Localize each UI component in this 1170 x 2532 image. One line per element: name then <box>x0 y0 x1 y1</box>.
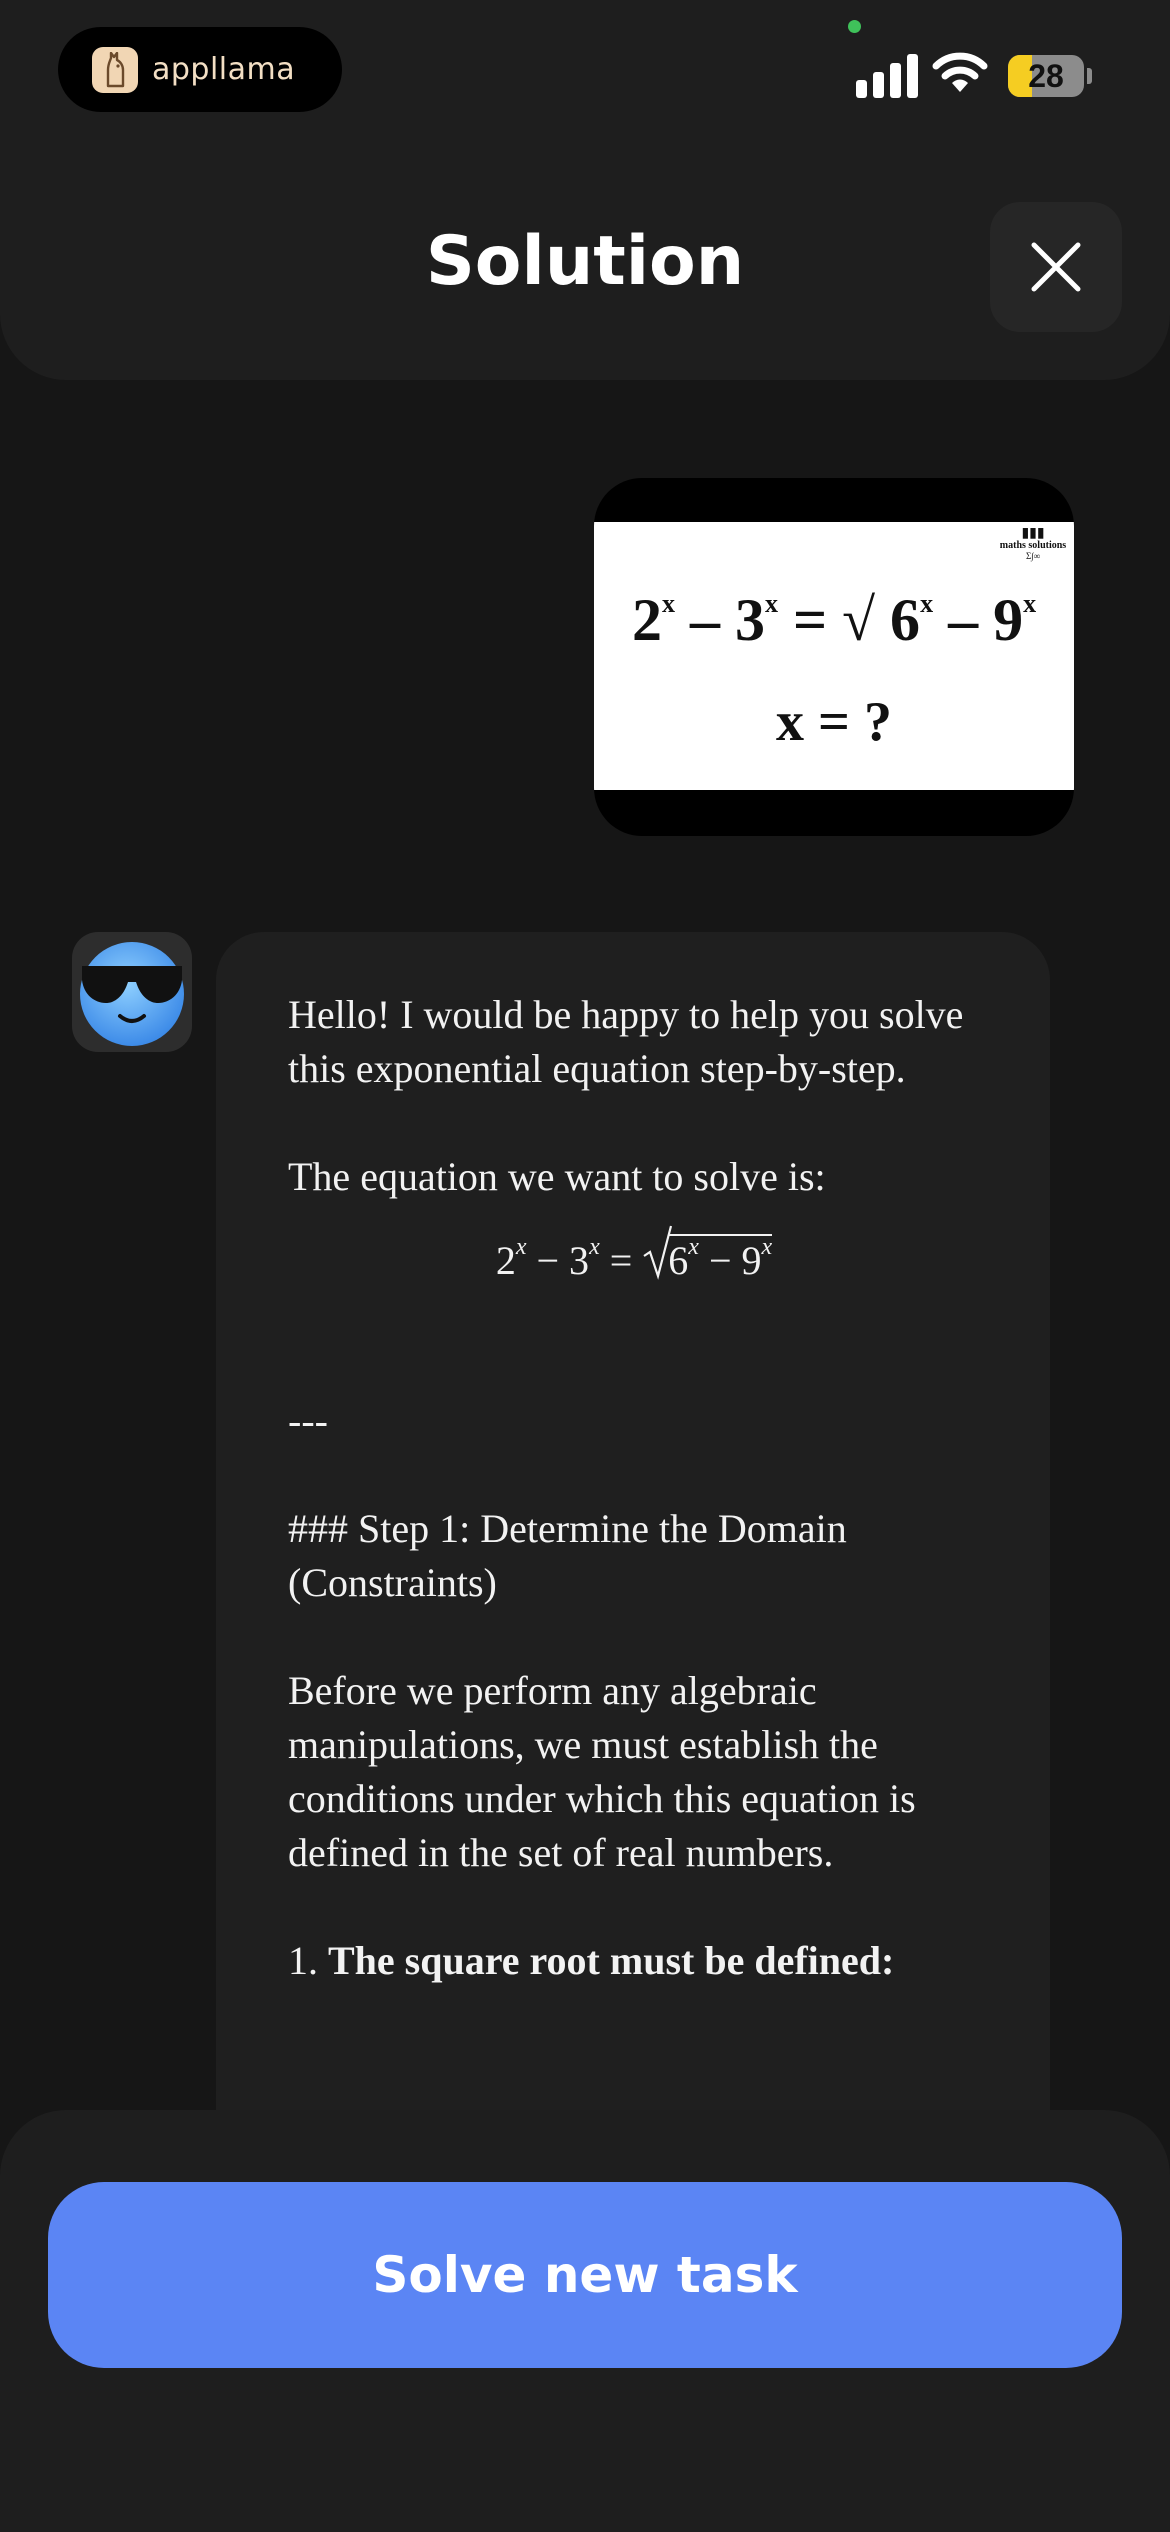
bar-chart-icon: ▮▮▮ <box>1021 525 1045 541</box>
sunglasses-emoji-icon <box>80 942 184 1046</box>
step1-item-number: 1. <box>288 1938 318 1983</box>
app-badge[interactable]: appllama <box>58 27 342 112</box>
app-name: appllama <box>152 52 296 87</box>
task-question: x = ? <box>776 691 892 753</box>
step1-heading: ### Step 1: Determine the Domain (Constr… <box>288 1506 847 1605</box>
close-button[interactable] <box>990 202 1122 332</box>
brand-symbol: Σ∫∞ <box>1025 551 1041 561</box>
camera-indicator-dot <box>848 20 861 33</box>
task-image[interactable]: ▮▮▮ maths solutions Σ∫∞ 2x – 3x = √ 6x –… <box>594 478 1074 836</box>
wifi-icon <box>932 50 988 96</box>
llama-icon <box>92 46 138 93</box>
solve-new-task-button[interactable]: Solve new task <box>48 2182 1122 2368</box>
task-equation: 2x – 3x = √ 6x – 9x <box>631 587 1037 653</box>
battery-level: 28 <box>1028 57 1064 94</box>
assistant-avatar <box>72 932 192 1052</box>
status-bar: appllama 28 <box>0 0 1170 130</box>
step1-text: Before we perform any algebraic manipula… <box>288 1668 916 1875</box>
step1-item-bold: The square root must be defined: <box>328 1938 895 1983</box>
battery-icon: 28 <box>1008 55 1084 97</box>
rendered-equation: 2x − 3x = 6x − 9x <box>288 1220 980 1340</box>
task-image-content: ▮▮▮ maths solutions Σ∫∞ 2x – 3x = √ 6x –… <box>594 522 1074 790</box>
step1-item: 1. The square root must be defined: <box>288 1934 980 1988</box>
separator: --- <box>288 1398 328 1443</box>
brand-watermark: ▮▮▮ maths solutions Σ∫∞ <box>994 526 1072 561</box>
cellular-signal-icon <box>856 52 918 98</box>
brand-text: maths solutions <box>999 540 1067 551</box>
equation-intro: The equation we want to solve is: <box>288 1154 826 1199</box>
answer-bubble: Hello! I would be happy to help you solv… <box>216 932 1050 2172</box>
answer-intro: Hello! I would be happy to help you solv… <box>288 992 964 1091</box>
close-icon <box>1031 242 1081 292</box>
square-root-sign <box>643 1225 673 1280</box>
solution-screen: appllama 28 Solution ▮▮▮ maths solutions… <box>0 0 1170 2532</box>
battery-nub <box>1087 68 1092 84</box>
